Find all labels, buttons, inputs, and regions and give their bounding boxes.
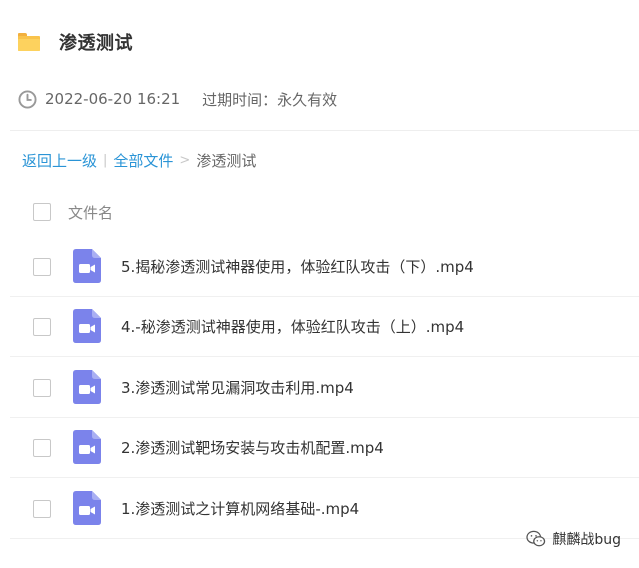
clock-icon bbox=[18, 89, 37, 109]
video-file-icon bbox=[73, 370, 101, 404]
back-link[interactable]: 返回上一级 bbox=[22, 150, 97, 171]
page-title: 渗透测试 bbox=[59, 33, 133, 54]
watermark-text: 麒麟战bug bbox=[552, 532, 621, 548]
file-name[interactable]: 3.渗透测试常见漏洞攻击利用.mp4 bbox=[121, 377, 354, 398]
file-name[interactable]: 2.渗透测试靶场安装与攻击机配置.mp4 bbox=[121, 437, 384, 458]
share-date: 2022-06-20 16:21 bbox=[45, 90, 181, 108]
row-divider bbox=[10, 356, 639, 357]
column-header-filename: 文件名 bbox=[68, 203, 114, 222]
row-checkbox[interactable] bbox=[33, 379, 51, 397]
folder-icon bbox=[18, 33, 40, 51]
video-file-icon bbox=[73, 430, 101, 464]
breadcrumb-divider: | bbox=[103, 152, 108, 168]
breadcrumb-current: 渗透测试 bbox=[196, 151, 257, 170]
breadcrumb-chevron: > bbox=[179, 152, 191, 168]
video-file-icon bbox=[73, 491, 101, 525]
file-row[interactable]: 4.-秘渗透测试神器使用，体验红队攻击（上）.mp4 bbox=[0, 297, 639, 357]
select-all-checkbox[interactable] bbox=[33, 203, 51, 221]
watermark: 麒麟战bug bbox=[526, 529, 621, 549]
divider bbox=[10, 130, 639, 131]
file-row[interactable]: 5.揭秘渗透测试神器使用，体验红队攻击（下）.mp4 bbox=[0, 237, 639, 297]
list-header: 文件名 bbox=[0, 195, 639, 229]
file-name[interactable]: 4.-秘渗透测试神器使用，体验红队攻击（上）.mp4 bbox=[121, 316, 464, 337]
expiry-text: 过期时间：永久有效 bbox=[202, 90, 338, 109]
row-checkbox[interactable] bbox=[33, 258, 51, 276]
breadcrumb: 返回上一级 | 全部文件 > 渗透测试 bbox=[22, 149, 256, 171]
row-checkbox[interactable] bbox=[33, 500, 51, 518]
share-meta: 2022-06-20 16:21 过期时间：永久有效 bbox=[18, 88, 337, 110]
row-checkbox[interactable] bbox=[33, 439, 51, 457]
folder-header: 渗透测试 bbox=[18, 28, 133, 56]
file-row[interactable]: 3.渗透测试常见漏洞攻击利用.mp4 bbox=[0, 358, 639, 418]
wechat-icon bbox=[526, 530, 546, 547]
video-file-icon bbox=[73, 309, 101, 343]
row-checkbox[interactable] bbox=[33, 318, 51, 336]
file-name[interactable]: 1.渗透测试之计算机网络基础-.mp4 bbox=[121, 498, 359, 519]
video-file-icon bbox=[73, 249, 101, 283]
all-files-link[interactable]: 全部文件 bbox=[113, 150, 173, 171]
file-name[interactable]: 5.揭秘渗透测试神器使用，体验红队攻击（下）.mp4 bbox=[121, 256, 474, 277]
row-divider bbox=[10, 477, 639, 478]
file-row[interactable]: 2.渗透测试靶场安装与攻击机配置.mp4 bbox=[0, 418, 639, 478]
